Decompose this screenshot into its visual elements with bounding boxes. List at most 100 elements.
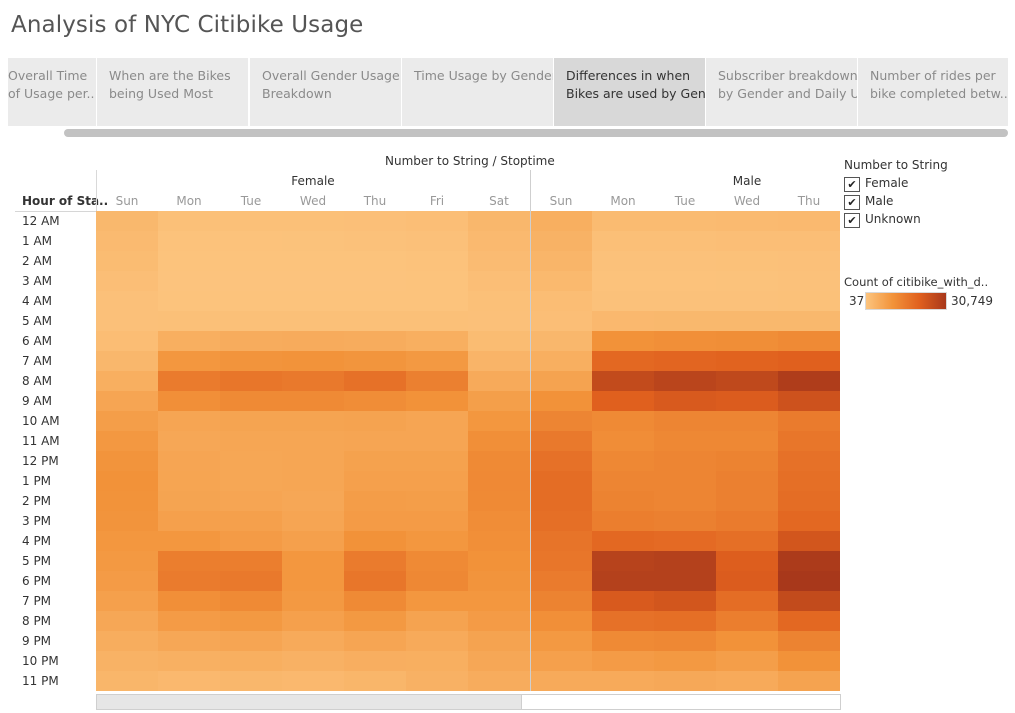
heatmap-cell-female-thu-4[interactable] (344, 291, 406, 311)
heatmap-cell-male-thu-0[interactable] (778, 211, 840, 231)
heatmap-cell-female-wed-21[interactable] (282, 631, 344, 651)
heatmap-cell-female-sun-5[interactable] (96, 311, 158, 331)
heatmap-cell-male-sun-6[interactable] (530, 331, 592, 351)
heatmap-cell-male-wed-19[interactable] (716, 591, 778, 611)
heatmap-cell-female-fri-20[interactable] (406, 611, 468, 631)
heatmap-cell-female-fri-3[interactable] (406, 271, 468, 291)
heatmap-cell-female-wed-0[interactable] (282, 211, 344, 231)
heatmap-cell-female-fri-1[interactable] (406, 231, 468, 251)
heatmap-cell-male-wed-7[interactable] (716, 351, 778, 371)
heatmap-cell-male-tue-20[interactable] (654, 611, 716, 631)
heatmap-cell-male-mon-7[interactable] (592, 351, 654, 371)
heatmap-cell-male-thu-22[interactable] (778, 651, 840, 671)
heatmap-cell-male-wed-21[interactable] (716, 631, 778, 651)
heatmap-cell-female-wed-1[interactable] (282, 231, 344, 251)
heatmap-cell-male-sun-10[interactable] (530, 411, 592, 431)
heatmap-cell-male-thu-11[interactable] (778, 431, 840, 451)
heatmap-cell-female-mon-4[interactable] (158, 291, 220, 311)
checkbox-icon[interactable]: ✔ (844, 195, 860, 210)
heatmap-cell-female-wed-16[interactable] (282, 531, 344, 551)
heatmap-cell-female-thu-13[interactable] (344, 471, 406, 491)
heatmap-cell-female-thu-10[interactable] (344, 411, 406, 431)
heatmap-cell-female-wed-11[interactable] (282, 431, 344, 451)
heatmap-cell-female-thu-11[interactable] (344, 431, 406, 451)
heatmap-cell-female-thu-17[interactable] (344, 551, 406, 571)
heatmap-cell-female-wed-22[interactable] (282, 651, 344, 671)
heatmap-cell-female-sat-10[interactable] (468, 411, 530, 431)
heatmap-cell-female-mon-3[interactable] (158, 271, 220, 291)
heatmap-cell-female-sat-15[interactable] (468, 511, 530, 531)
heatmap-cell-female-mon-6[interactable] (158, 331, 220, 351)
heatmap-cell-female-tue-12[interactable] (220, 451, 282, 471)
heatmap-cell-male-tue-10[interactable] (654, 411, 716, 431)
heatmap-cell-female-thu-5[interactable] (344, 311, 406, 331)
heatmap-cell-female-fri-2[interactable] (406, 251, 468, 271)
heatmap-cell-male-wed-11[interactable] (716, 431, 778, 451)
heatmap-cell-male-mon-16[interactable] (592, 531, 654, 551)
heatmap-cell-male-thu-15[interactable] (778, 511, 840, 531)
heatmap-cell-male-tue-13[interactable] (654, 471, 716, 491)
heatmap-cell-male-sun-23[interactable] (530, 671, 592, 691)
heatmap-cell-male-wed-1[interactable] (716, 231, 778, 251)
heatmap-cell-male-tue-4[interactable] (654, 291, 716, 311)
heatmap-cell-female-thu-7[interactable] (344, 351, 406, 371)
heatmap-cell-female-sat-6[interactable] (468, 331, 530, 351)
heatmap-cell-male-tue-17[interactable] (654, 551, 716, 571)
heatmap-cell-female-sun-13[interactable] (96, 471, 158, 491)
heatmap-cell-male-mon-1[interactable] (592, 231, 654, 251)
heatmap-cell-male-thu-8[interactable] (778, 371, 840, 391)
heatmap-cell-female-sat-16[interactable] (468, 531, 530, 551)
heatmap-cell-male-mon-0[interactable] (592, 211, 654, 231)
heatmap-cell-male-wed-8[interactable] (716, 371, 778, 391)
heatmap-cell-male-sun-19[interactable] (530, 591, 592, 611)
heatmap-cell-female-fri-11[interactable] (406, 431, 468, 451)
heatmap-cell-male-wed-23[interactable] (716, 671, 778, 691)
heatmap-cell-male-sun-7[interactable] (530, 351, 592, 371)
heatmap-cell-female-fri-7[interactable] (406, 351, 468, 371)
heatmap-cell-male-wed-0[interactable] (716, 211, 778, 231)
heatmap-cell-female-tue-9[interactable] (220, 391, 282, 411)
heatmap-cell-male-thu-13[interactable] (778, 471, 840, 491)
heatmap-cell-female-fri-5[interactable] (406, 311, 468, 331)
heatmap-cell-female-sun-2[interactable] (96, 251, 158, 271)
heatmap-cell-female-mon-13[interactable] (158, 471, 220, 491)
heatmap-cell-male-wed-14[interactable] (716, 491, 778, 511)
heatmap-cell-female-fri-4[interactable] (406, 291, 468, 311)
heatmap-cell-female-fri-23[interactable] (406, 671, 468, 691)
checkbox-icon[interactable]: ✔ (844, 177, 860, 192)
heatmap-cell-female-tue-0[interactable] (220, 211, 282, 231)
heatmap-cell-male-wed-15[interactable] (716, 511, 778, 531)
tab-differences-by-gender[interactable]: Differences in when Bikes are used by Ge… (554, 58, 705, 126)
heatmap-cell-male-mon-22[interactable] (592, 651, 654, 671)
heatmap-cell-male-mon-2[interactable] (592, 251, 654, 271)
heatmap-cell-male-mon-18[interactable] (592, 571, 654, 591)
heatmap-cell-female-thu-9[interactable] (344, 391, 406, 411)
heatmap-cell-female-wed-20[interactable] (282, 611, 344, 631)
heatmap-cell-female-fri-13[interactable] (406, 471, 468, 491)
heatmap-cell-male-sun-5[interactable] (530, 311, 592, 331)
heatmap-cell-male-thu-16[interactable] (778, 531, 840, 551)
heatmap-cell-female-tue-18[interactable] (220, 571, 282, 591)
heatmap-cell-female-sun-15[interactable] (96, 511, 158, 531)
heatmap-cell-female-sat-12[interactable] (468, 451, 530, 471)
heatmap-cell-male-tue-2[interactable] (654, 251, 716, 271)
heatmap-cell-female-thu-16[interactable] (344, 531, 406, 551)
heatmap-cell-female-tue-1[interactable] (220, 231, 282, 251)
heatmap-cell-female-thu-6[interactable] (344, 331, 406, 351)
checkbox-icon[interactable]: ✔ (844, 213, 860, 228)
heatmap-cell-female-mon-7[interactable] (158, 351, 220, 371)
heatmap-cell-female-sat-20[interactable] (468, 611, 530, 631)
heatmap-cell-male-thu-12[interactable] (778, 451, 840, 471)
heatmap-cell-male-mon-15[interactable] (592, 511, 654, 531)
heatmap-cell-female-fri-15[interactable] (406, 511, 468, 531)
heatmap-cell-female-wed-10[interactable] (282, 411, 344, 431)
heatmap-cell-female-fri-16[interactable] (406, 531, 468, 551)
heatmap-cell-female-wed-18[interactable] (282, 571, 344, 591)
heatmap-cell-male-mon-3[interactable] (592, 271, 654, 291)
heatmap-cell-male-thu-2[interactable] (778, 251, 840, 271)
heatmap-cell-female-fri-9[interactable] (406, 391, 468, 411)
heatmap-cell-female-sat-21[interactable] (468, 631, 530, 651)
tab-time-by-gender[interactable]: Time Usage by Gender (402, 58, 553, 126)
heatmap-cell-female-sun-17[interactable] (96, 551, 158, 571)
heatmap-cell-female-sun-21[interactable] (96, 631, 158, 651)
